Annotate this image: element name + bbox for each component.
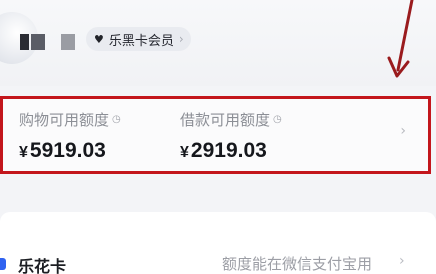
credit-quota-card[interactable]: 购物可用额度 ◷ ¥5919.03 借款可用额度 ◷ ¥2919.03 ›: [0, 96, 431, 174]
lehua-card-row[interactable]: 乐花卡 额度能在微信支付宝用 ›: [0, 212, 436, 274]
loan-quota-label-text: 借款可用额度: [180, 111, 271, 129]
vip-member-badge[interactable]: ♥ 乐黑卡会员 ›: [86, 27, 191, 51]
chevron-right-icon[interactable]: ›: [400, 123, 406, 139]
shopping-quota-value: 5919.03: [29, 139, 106, 162]
currency-symbol: ¥: [180, 144, 189, 161]
masked-username-part: [20, 34, 29, 50]
lehua-card-title: 乐花卡: [18, 257, 67, 274]
loan-quota-value: 2919.03: [190, 139, 267, 162]
shopping-quota-label-text: 购物可用额度: [19, 111, 110, 129]
chevron-right-icon[interactable]: ›: [399, 253, 405, 269]
loan-quota: 借款可用额度 ◷ ¥2919.03: [180, 109, 282, 163]
masked-username-part: [61, 34, 75, 50]
chevron-right-icon: ›: [178, 32, 184, 46]
lehua-card-icon: [0, 258, 6, 270]
clock-icon: ◷: [273, 114, 282, 125]
currency-symbol: ¥: [19, 144, 28, 161]
account-header: ♥ 乐黑卡会员 ›: [0, 0, 436, 86]
masked-username-part: [31, 34, 45, 50]
shopping-quota-label: 购物可用额度 ◷: [19, 109, 121, 130]
loan-quota-amount: ¥2919.03: [180, 139, 282, 163]
shopping-quota: 购物可用额度 ◷ ¥5919.03: [19, 109, 121, 163]
lehua-card-description: 额度能在微信支付宝用: [222, 255, 373, 273]
loan-quota-label: 借款可用额度 ◷: [180, 109, 282, 130]
clock-icon: ◷: [112, 114, 121, 125]
heart-icon: ♥: [94, 32, 104, 46]
vip-badge-label: 乐黑卡会员: [108, 33, 174, 49]
shopping-quota-amount: ¥5919.03: [19, 139, 121, 163]
